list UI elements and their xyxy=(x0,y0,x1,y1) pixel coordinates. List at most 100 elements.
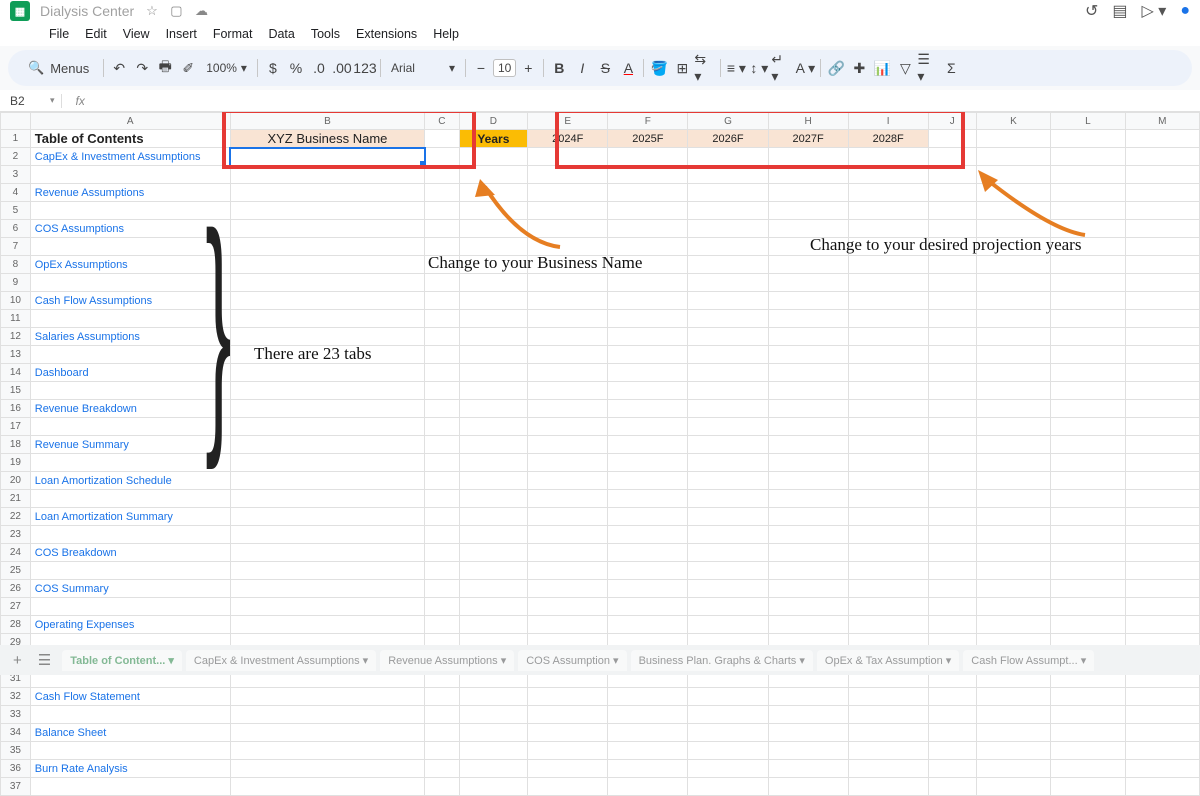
row-header[interactable]: 2 xyxy=(1,148,31,166)
toc-link[interactable]: Revenue Assumptions xyxy=(30,184,230,202)
row-header[interactable]: 23 xyxy=(1,526,31,544)
menu-insert[interactable]: Insert xyxy=(159,24,204,44)
name-box-dropdown-icon[interactable]: ▾ xyxy=(50,95,55,106)
toc-link[interactable]: COS Assumptions xyxy=(30,220,230,238)
toc-link[interactable]: Dashboard xyxy=(30,364,230,382)
fill-color-icon[interactable]: 🪣 xyxy=(648,57,670,79)
col-header[interactable]: A xyxy=(30,113,230,130)
add-sheet-button[interactable]: + xyxy=(8,652,27,669)
zoom-select[interactable]: 100% ▾ xyxy=(200,59,253,77)
toc-link[interactable]: Cash Flow Assumptions xyxy=(30,292,230,310)
row-header[interactable]: 13 xyxy=(1,346,31,364)
row-header[interactable]: 28 xyxy=(1,616,31,634)
toc-link[interactable]: Loan Amortization Schedule xyxy=(30,472,230,490)
row-header[interactable]: 17 xyxy=(1,418,31,436)
rotate-icon[interactable]: A ▾ xyxy=(794,57,816,79)
share-icon[interactable]: ● xyxy=(1180,2,1190,20)
print-icon[interactable]: 🖶 xyxy=(154,57,176,79)
toc-link[interactable]: CapEx & Investment Assumptions xyxy=(30,148,230,166)
row-header[interactable]: 11 xyxy=(1,310,31,328)
toc-link[interactable]: Operating Expenses xyxy=(30,616,230,634)
col-header[interactable]: E xyxy=(528,113,608,130)
row-header[interactable]: 19 xyxy=(1,454,31,472)
redo-icon[interactable]: ↷ xyxy=(131,57,153,79)
col-header[interactable]: I xyxy=(848,113,928,130)
row-header[interactable]: 8 xyxy=(1,256,31,274)
all-sheets-button[interactable]: ☰ xyxy=(33,651,56,669)
col-header[interactable]: F xyxy=(608,113,688,130)
menu-tools[interactable]: Tools xyxy=(304,24,347,44)
col-header[interactable]: K xyxy=(976,113,1050,130)
menu-data[interactable]: Data xyxy=(261,24,301,44)
sheet-tab[interactable]: Table of Content... ▾ xyxy=(62,650,182,671)
toc-link[interactable]: Salaries Assumptions xyxy=(30,328,230,346)
sheet-tab[interactable]: Revenue Assumptions ▾ xyxy=(380,650,514,671)
toc-link[interactable]: OpEx Assumptions xyxy=(30,256,230,274)
video-icon[interactable]: ▷ ▾ xyxy=(1142,1,1167,21)
decimal-increase-icon[interactable]: .00 xyxy=(331,57,353,79)
row-header[interactable]: 4 xyxy=(1,184,31,202)
filter-views-icon[interactable]: ☰ ▾ xyxy=(917,57,939,79)
row-header[interactable]: 22 xyxy=(1,508,31,526)
menu-file[interactable]: File xyxy=(42,24,76,44)
toc-link[interactable]: Loan Amortization Summary xyxy=(30,508,230,526)
name-box[interactable]: B2 xyxy=(10,94,50,108)
bold-icon[interactable]: B xyxy=(548,57,570,79)
v-align-icon[interactable]: ↕ ▾ xyxy=(748,57,770,79)
row-header[interactable]: 32 xyxy=(1,688,31,706)
sheet-tab[interactable]: CapEx & Investment Assumptions ▾ xyxy=(186,650,376,671)
col-header[interactable]: J xyxy=(928,113,976,130)
text-color-icon[interactable]: A xyxy=(617,57,639,79)
sheets-logo-icon[interactable]: ▦ xyxy=(10,1,30,21)
borders-icon[interactable]: ⊞ xyxy=(671,57,693,79)
row-header[interactable]: 5 xyxy=(1,202,31,220)
wrap-icon[interactable]: ↵ ▾ xyxy=(771,57,793,79)
row-header[interactable]: 33 xyxy=(1,706,31,724)
toc-link[interactable]: Revenue Summary xyxy=(30,436,230,454)
toc-link[interactable]: Burn Rate Analysis xyxy=(30,760,230,778)
row-header[interactable]: 20 xyxy=(1,472,31,490)
row-header[interactable]: 24 xyxy=(1,544,31,562)
row-header[interactable]: 35 xyxy=(1,742,31,760)
col-header[interactable]: H xyxy=(768,113,848,130)
toc-link[interactable]: Revenue Breakdown xyxy=(30,400,230,418)
row-header[interactable]: 27 xyxy=(1,598,31,616)
merge-icon[interactable]: ⇆ ▾ xyxy=(694,57,716,79)
history-icon[interactable]: ↺ xyxy=(1085,1,1098,21)
font-minus-icon[interactable]: − xyxy=(470,57,492,79)
col-header[interactable]: M xyxy=(1125,113,1199,130)
row-header[interactable]: 26 xyxy=(1,580,31,598)
row-header[interactable]: 25 xyxy=(1,562,31,580)
link-icon[interactable]: 🔗 xyxy=(825,57,847,79)
star-icon[interactable]: ☆ xyxy=(146,3,158,18)
cloud-icon[interactable]: ☁ xyxy=(195,3,208,18)
comment-icon[interactable]: ✚ xyxy=(848,57,870,79)
menu-extensions[interactable]: Extensions xyxy=(349,24,424,44)
toc-link[interactable]: Balance Sheet xyxy=(30,724,230,742)
sheet-tab[interactable]: Cash Flow Assumpt... ▾ xyxy=(963,650,1094,671)
row-header[interactable]: 3 xyxy=(1,166,31,184)
col-header[interactable]: B xyxy=(230,113,425,130)
row-header[interactable]: 10 xyxy=(1,292,31,310)
row-header[interactable]: 16 xyxy=(1,400,31,418)
menu-format[interactable]: Format xyxy=(206,24,260,44)
col-header[interactable]: G xyxy=(688,113,768,130)
paint-format-icon[interactable]: ✐ xyxy=(177,57,199,79)
menus-button[interactable]: 🔍Menus xyxy=(18,56,99,80)
functions-icon[interactable]: Σ xyxy=(940,57,962,79)
row-header[interactable]: 6 xyxy=(1,220,31,238)
row-header[interactable]: 12 xyxy=(1,328,31,346)
doc-title[interactable]: Dialysis Center xyxy=(40,3,134,19)
menu-edit[interactable]: Edit xyxy=(78,24,114,44)
comments-icon[interactable]: ▤ xyxy=(1112,1,1127,21)
percent-icon[interactable]: % xyxy=(285,57,307,79)
font-select[interactable]: Arial ▾ xyxy=(385,59,461,77)
row-header[interactable]: 1 xyxy=(1,130,31,148)
currency-icon[interactable]: $ xyxy=(262,57,284,79)
row-header[interactable]: 15 xyxy=(1,382,31,400)
format-123-icon[interactable]: 123 xyxy=(354,57,376,79)
sheet-tab[interactable]: Business Plan. Graphs & Charts ▾ xyxy=(631,650,813,671)
row-header[interactable]: 7 xyxy=(1,238,31,256)
menu-help[interactable]: Help xyxy=(426,24,466,44)
spreadsheet-grid[interactable]: ABCDEFGHIJKLM1Table of ContentsXYZ Busin… xyxy=(0,112,1200,796)
